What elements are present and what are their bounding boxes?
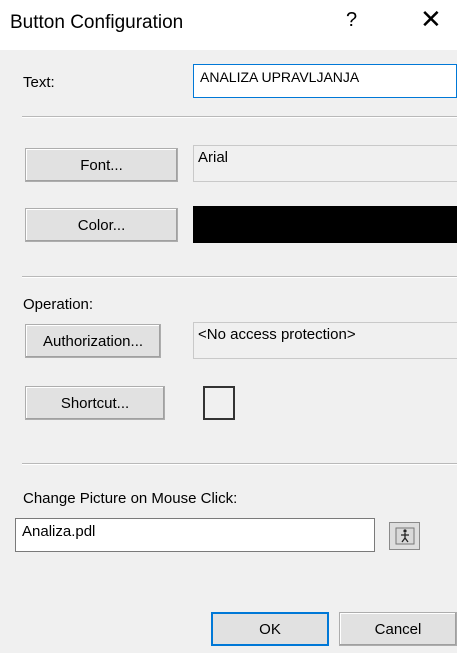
window-title: Button Configuration bbox=[10, 12, 184, 33]
shortcut-button[interactable]: Shortcut... bbox=[25, 386, 165, 420]
shortcut-checkbox[interactable] bbox=[203, 386, 235, 420]
color-button[interactable]: Color... bbox=[25, 208, 178, 242]
text-input[interactable]: ANALIZA UPRAVLJANJA bbox=[193, 64, 457, 98]
separator bbox=[22, 463, 457, 465]
picture-browse-button[interactable] bbox=[389, 522, 420, 550]
color-swatch bbox=[193, 206, 457, 243]
authorization-value: <No access protection> bbox=[198, 326, 356, 343]
ok-button-label: OK bbox=[259, 620, 281, 638]
close-icon[interactable]: ✕ bbox=[420, 6, 442, 32]
shortcut-button-label: Shortcut... bbox=[60, 394, 130, 412]
help-icon[interactable]: ? bbox=[346, 9, 357, 32]
authorization-button[interactable]: Authorization... bbox=[25, 324, 161, 358]
change-picture-label: Change Picture on Mouse Click: bbox=[23, 490, 238, 507]
text-input-value: ANALIZA UPRAVLJANJA bbox=[200, 69, 360, 85]
separator bbox=[22, 276, 457, 278]
authorization-button-label: Authorization... bbox=[42, 332, 144, 350]
cancel-button-label: Cancel bbox=[374, 620, 422, 638]
picture-input[interactable]: Analiza.pdl bbox=[15, 518, 375, 552]
font-button[interactable]: Font... bbox=[25, 148, 178, 182]
title-bar: Button Configuration ? ✕ bbox=[0, 0, 457, 50]
operation-label: Operation: bbox=[23, 296, 94, 313]
font-button-label: Font... bbox=[80, 156, 123, 174]
font-value: Arial bbox=[198, 149, 229, 166]
authorization-display: <No access protection> bbox=[193, 322, 457, 359]
color-button-label: Color... bbox=[77, 216, 126, 234]
cancel-button[interactable]: Cancel bbox=[339, 612, 457, 646]
ok-button[interactable]: OK bbox=[211, 612, 329, 646]
separator bbox=[22, 116, 457, 118]
button-configuration-dialog: Button Configuration ? ✕ Text: ANALIZA U… bbox=[0, 0, 457, 653]
picture-input-value: Analiza.pdl bbox=[22, 523, 96, 540]
font-display: Arial bbox=[193, 145, 457, 182]
text-label: Text: bbox=[23, 74, 55, 91]
picture-select-icon bbox=[395, 527, 414, 545]
